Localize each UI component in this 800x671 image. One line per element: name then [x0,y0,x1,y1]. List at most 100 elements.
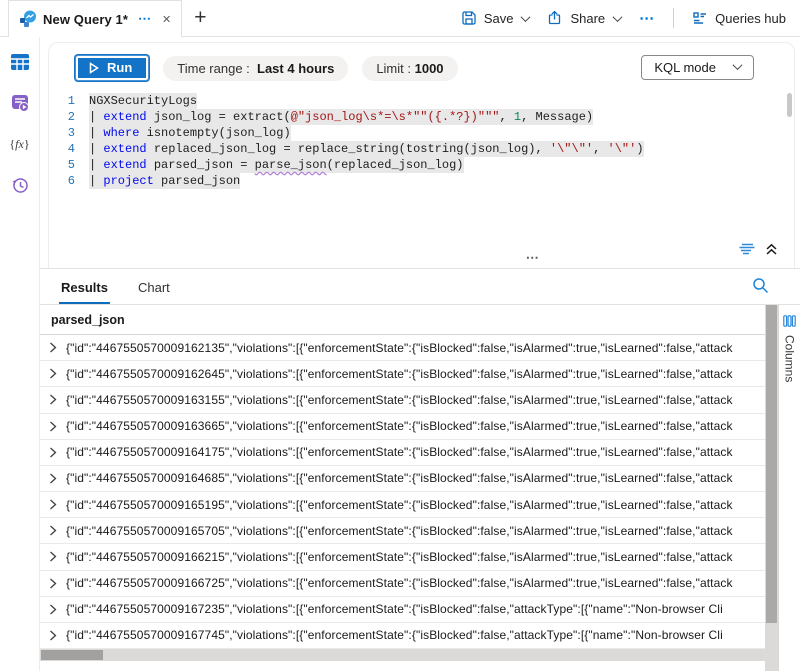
query-toolbar: Run Time range : Last 4 hours Limit : 10… [49,43,794,81]
expand-row-icon[interactable] [40,630,66,641]
expand-row-icon[interactable] [40,499,66,510]
expand-row-icon[interactable] [40,604,66,615]
row-json-value: {"id":"4467550570009167235","violations"… [66,602,723,616]
table-row[interactable]: {"id":"4467550570009164175","violations"… [40,440,765,466]
row-json-value: {"id":"4467550570009164175","violations"… [66,445,733,459]
queries-hub-button[interactable]: Queries hub [692,10,786,26]
expand-row-icon[interactable] [40,525,66,536]
run-label: Run [107,60,132,75]
time-range-label: Time range : [177,61,250,76]
top-actions: Save Share ⋯ Queries hub [461,0,800,36]
content-column: Run Time range : Last 4 hours Limit : 10… [40,37,800,671]
line-number: 3 [49,125,89,141]
code-text: | where isnotempty(json_log) [89,125,291,141]
row-json-value: {"id":"4467550570009166215","violations"… [66,550,733,564]
save-chevron-down-icon [521,12,531,22]
vertical-scrollbar-thumb[interactable] [766,305,777,623]
table-row[interactable]: {"id":"4467550570009167235","violations"… [40,597,765,623]
table-row[interactable]: {"id":"4467550570009165195","violations"… [40,492,765,518]
horizontal-scrollbar-thumb[interactable] [41,650,103,660]
results-pane: Results Chart parsed_json [40,268,800,671]
search-icon[interactable] [752,277,769,299]
editor-line[interactable]: 3 | where isnotempty(json_log) [49,125,794,141]
editor-line[interactable]: 4 | extend replaced_json_log = replace_s… [49,141,794,157]
collapse-editor-icon[interactable] [765,243,778,256]
grid-rows: {"id":"4467550570009162135","violations"… [40,335,765,649]
table-row[interactable]: {"id":"4467550570009163665","violations"… [40,414,765,440]
tab-results[interactable]: Results [59,280,110,304]
table-row[interactable]: {"id":"4467550570009162135","violations"… [40,335,765,361]
toolbar-divider [673,8,674,28]
results-grid: parsed_json {"id":"4467550570009162135",… [40,305,765,671]
table-row[interactable]: {"id":"4467550570009163155","violations"… [40,387,765,413]
time-range-picker[interactable]: Time range : Last 4 hours [163,56,348,81]
share-icon [547,10,563,26]
expand-row-icon[interactable] [40,368,66,379]
expand-row-icon[interactable] [40,473,66,484]
limit-value: 1000 [415,61,444,76]
row-json-value: {"id":"4467550570009165705","violations"… [66,524,733,538]
limit-picker[interactable]: Limit : 1000 [362,56,457,81]
limit-label: Limit : [376,61,411,76]
more-commands-button[interactable]: ⋯ [639,9,655,27]
editor-line[interactable]: 5 | extend parsed_json = parse_json(repl… [49,157,794,173]
expand-row-icon[interactable] [40,342,66,353]
tables-nav-icon[interactable] [9,51,31,73]
query-card: Run Time range : Last 4 hours Limit : 10… [48,42,795,268]
tab-close-icon[interactable]: ✕ [162,13,171,26]
main-area: {fx} Run [0,37,800,671]
expand-row-icon[interactable] [40,578,66,589]
table-row[interactable]: {"id":"4467550570009165705","violations"… [40,518,765,544]
play-icon [89,62,99,74]
table-row[interactable]: {"id":"4467550570009167745","violations"… [40,623,765,649]
code-text: NGXSecurityLogs [89,93,197,109]
horizontal-scrollbar[interactable] [40,649,765,661]
table-row[interactable]: {"id":"4467550570009162645","violations"… [40,361,765,387]
row-json-value: {"id":"4467550570009164685","violations"… [66,471,733,485]
functions-nav-icon[interactable]: {fx} [9,133,31,155]
save-icon [461,10,477,26]
editor-line[interactable]: 2 | extend json_log = extract(@"json_log… [49,109,794,125]
pane-splitter: ⋯ [49,240,794,268]
top-bar: New Query 1* ⋯ ✕ + Save Share [0,0,800,37]
mode-chevron-down-icon [733,60,743,70]
history-nav-icon[interactable] [9,174,31,196]
expand-row-icon[interactable] [40,551,66,562]
table-row[interactable]: {"id":"4467550570009166725","violations"… [40,571,765,597]
new-tab-button[interactable]: + [182,0,218,36]
row-json-value: {"id":"4467550570009162645","violations"… [66,367,733,381]
share-chevron-down-icon [613,12,623,22]
query-mode-value: KQL mode [654,60,716,75]
splitter-handle[interactable]: ⋯ [526,250,540,266]
queries-nav-icon[interactable] [9,92,31,114]
table-row[interactable]: {"id":"4467550570009166215","violations"… [40,544,765,570]
expand-row-icon[interactable] [40,394,66,405]
editor-line[interactable]: 1 NGXSecurityLogs [49,93,794,109]
share-button[interactable]: Share [547,10,621,26]
expand-row-icon[interactable] [40,447,66,458]
vertical-scrollbar[interactable] [765,305,778,671]
format-lines-icon[interactable] [738,242,756,256]
left-rail: {fx} [0,37,40,671]
row-json-value: {"id":"4467550570009166725","violations"… [66,576,733,590]
query-tab[interactable]: New Query 1* ⋯ ✕ [8,0,182,37]
columns-icon [783,315,796,327]
editor-line[interactable]: 6 | project parsed_json [49,173,794,189]
table-row[interactable]: {"id":"4467550570009164685","violations"… [40,466,765,492]
editor-scrollbar[interactable] [787,93,792,117]
line-number: 1 [49,93,89,109]
columns-panel-label: Columns [783,335,797,382]
tab-chart[interactable]: Chart [136,280,172,304]
tab-title: New Query 1* [43,12,128,27]
save-button[interactable]: Save [461,10,530,26]
query-mode-dropdown[interactable]: KQL mode [641,55,754,80]
run-button[interactable]: Run [75,55,149,81]
tab-more-icon[interactable]: ⋯ [138,11,152,27]
query-editor[interactable]: 1 NGXSecurityLogs 2 | extend json_log = … [49,93,794,189]
column-header-parsed-json[interactable]: parsed_json [40,305,765,335]
query-pane: Run Time range : Last 4 hours Limit : 10… [40,37,800,268]
line-number: 2 [49,109,89,125]
expand-row-icon[interactable] [40,421,66,432]
columns-panel-toggle[interactable]: Columns [778,305,800,671]
app-logo-icon [19,10,37,28]
